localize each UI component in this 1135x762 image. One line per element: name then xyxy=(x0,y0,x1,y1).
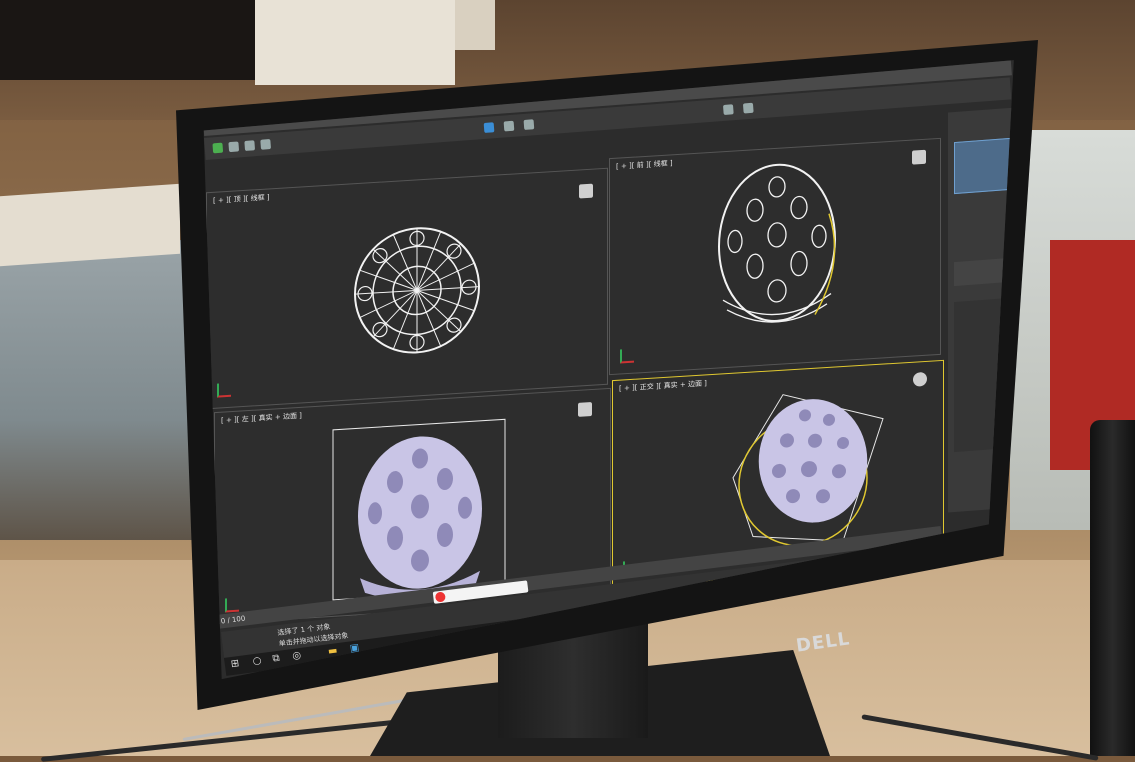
background-paper xyxy=(0,183,180,267)
object-color-swatch[interactable] xyxy=(954,137,1012,195)
wireframe-model-front xyxy=(718,163,836,323)
timeline-frame: 0 / 100 xyxy=(220,614,246,626)
align-tool-icon[interactable] xyxy=(523,119,535,130)
shaded-model-perspective xyxy=(732,394,884,547)
render-icon[interactable] xyxy=(722,104,734,115)
modifier-list[interactable] xyxy=(954,257,1010,287)
render-setup-icon[interactable] xyxy=(742,102,754,114)
ime-logo-icon xyxy=(434,591,446,603)
viewport-label: [ + ][ 正交 ][ 真实 + 边面 ] xyxy=(619,379,707,393)
windows-start-icon[interactable]: ⊞ xyxy=(230,658,240,670)
select-tool-icon[interactable] xyxy=(212,142,224,154)
viewport-label: [ + ][ 顶 ][ 线框 ] xyxy=(213,193,270,205)
move-tool-icon[interactable] xyxy=(228,141,240,153)
axis-gizmo-icon xyxy=(620,348,634,364)
search-icon[interactable]: ○ xyxy=(252,655,262,667)
axis-gizmo-icon xyxy=(217,382,231,398)
rotate-tool-icon[interactable] xyxy=(244,140,256,151)
shaded-model-left xyxy=(332,418,506,601)
background-cabinet xyxy=(0,240,200,540)
snap-tool-icon[interactable] xyxy=(483,122,495,133)
browser-icon[interactable]: ◎ xyxy=(292,650,302,662)
axis-gizmo-icon xyxy=(225,597,239,613)
viewport-label: [ + ][ 前 ][ 线框 ] xyxy=(616,159,673,171)
viewport-left[interactable]: [ + ][ 左 ][ 真实 + 边面 ] xyxy=(214,387,611,625)
view-cube-icon[interactable] xyxy=(912,149,926,165)
black-bottle xyxy=(1090,420,1135,756)
view-cube-icon[interactable] xyxy=(913,371,927,387)
task-view-icon[interactable]: ⧉ xyxy=(272,653,281,665)
file-explorer-icon[interactable]: ▬ xyxy=(327,645,338,657)
wireframe-model-top xyxy=(354,227,480,354)
monitor: [ + ][ 顶 ][ 线框 ] [+][前][线框] [+][… xyxy=(176,40,1038,710)
dell-logo: DELL xyxy=(794,628,852,657)
viewport-top[interactable]: [ + ][ 顶 ][ 线框 ] xyxy=(206,167,608,410)
view-cube-icon[interactable] xyxy=(578,402,592,417)
view-cube-icon[interactable] xyxy=(579,183,593,199)
viewport-front[interactable]: [ + ][ 前 ][ 线框 ] xyxy=(609,137,941,376)
scale-tool-icon[interactable] xyxy=(260,139,272,150)
viewport-label: [ + ][ 左 ][ 真实 + 边面 ] xyxy=(221,411,302,425)
mirror-tool-icon[interactable] xyxy=(503,120,515,132)
